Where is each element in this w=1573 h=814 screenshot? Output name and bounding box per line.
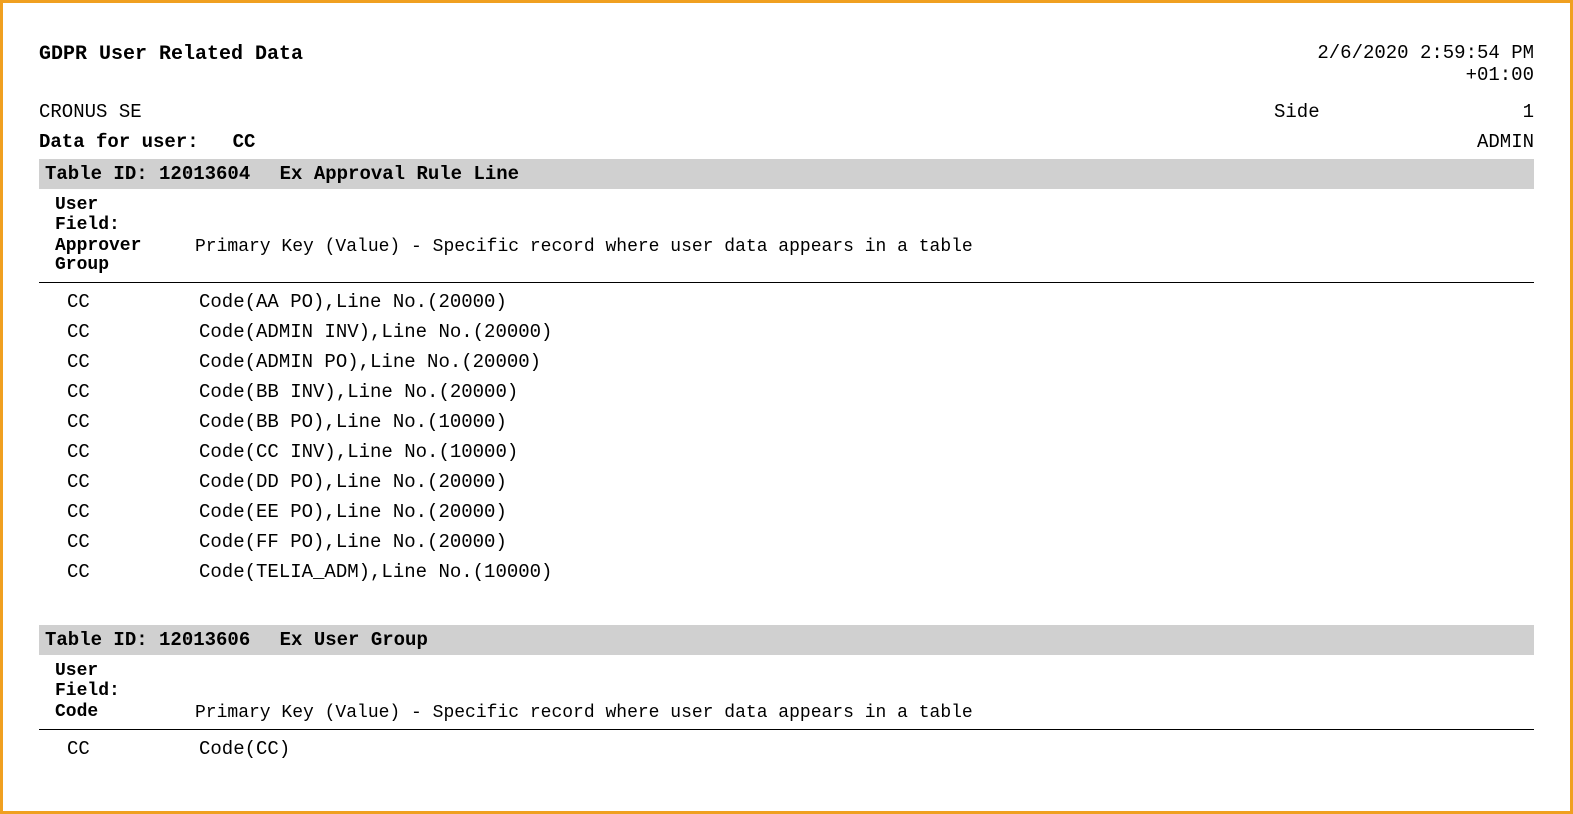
row-user: CC	[39, 497, 199, 527]
field-header-row: Approver Group Primary Key (Value) - Spe…	[55, 237, 1518, 277]
row-user: CC	[39, 734, 199, 764]
divider	[39, 282, 1534, 283]
table-row: CCCode(FF PO),Line No.(20000)	[39, 527, 1534, 557]
report-title: GDPR User Related Data	[39, 43, 303, 66]
section-gap	[39, 587, 1534, 619]
row-key: Code(DD PO),Line No.(20000)	[199, 467, 1534, 497]
field-description: Primary Key (Value) - Specific record wh…	[195, 703, 1518, 723]
user-field-label: User Field:	[55, 195, 165, 235]
report-datetime: 2/6/2020 2:59:54 PM	[1317, 43, 1534, 65]
row-key: Code(BB INV),Line No.(20000)	[199, 377, 1534, 407]
header-row2: CRONUS SE Side 1	[39, 101, 1534, 123]
table-name: Ex Approval Rule Line	[280, 163, 519, 185]
report-header: GDPR User Related Data 2/6/2020 2:59:54 …	[39, 43, 1534, 87]
row-key: Code(CC INV),Line No.(10000)	[199, 437, 1534, 467]
field-name: Approver Group	[55, 237, 195, 277]
user-value: CC	[233, 131, 256, 153]
row-user: CC	[39, 467, 199, 497]
header-row3: Data for user: CC ADMIN	[39, 131, 1534, 153]
admin-user: ADMIN	[1477, 131, 1534, 153]
user-field-row: User Field:	[55, 661, 1518, 701]
section-bar: Table ID: 12013604 Ex Approval Rule Line	[39, 159, 1534, 189]
field-block: User Field: Code Primary Key (Value) - S…	[39, 655, 1534, 723]
row-key: Code(TELIA_ADM),Line No.(10000)	[199, 557, 1534, 587]
user-label: Data for user:	[39, 131, 199, 153]
row-key: Code(AA PO),Line No.(20000)	[199, 287, 1534, 317]
report-timezone: +01:00	[1317, 65, 1534, 87]
data-table: CCCode(CC)	[39, 734, 1534, 764]
table-row: CCCode(ADMIN INV),Line No.(20000)	[39, 317, 1534, 347]
row-user: CC	[39, 527, 199, 557]
header-left: GDPR User Related Data	[39, 43, 303, 66]
field-description: Primary Key (Value) - Specific record wh…	[195, 237, 1518, 257]
row-user: CC	[39, 317, 199, 347]
field-header-row: Code Primary Key (Value) - Specific reco…	[55, 703, 1518, 723]
user-field-label: User Field:	[55, 661, 165, 701]
field-name: Code	[55, 703, 195, 723]
row-user: CC	[39, 557, 199, 587]
side-label: Side	[1274, 101, 1320, 123]
header-right: 2/6/2020 2:59:54 PM +01:00	[1317, 43, 1534, 87]
row-user: CC	[39, 347, 199, 377]
report-page: GDPR User Related Data 2/6/2020 2:59:54 …	[0, 0, 1573, 814]
row-key: Code(FF PO),Line No.(20000)	[199, 527, 1534, 557]
row-key: Code(CC)	[199, 734, 1534, 764]
side-value: 1	[1523, 101, 1534, 123]
row-user: CC	[39, 437, 199, 467]
field-block: User Field: Approver Group Primary Key (…	[39, 189, 1534, 277]
section-bar: Table ID: 12013606 Ex User Group	[39, 625, 1534, 655]
table-name: Ex User Group	[280, 629, 428, 651]
user-field-row: User Field:	[55, 195, 1518, 235]
table-row: CCCode(EE PO),Line No.(20000)	[39, 497, 1534, 527]
divider	[39, 729, 1534, 730]
row-user: CC	[39, 407, 199, 437]
table-id-label: Table ID: 12013606	[45, 629, 250, 651]
data-table: CCCode(AA PO),Line No.(20000) CCCode(ADM…	[39, 287, 1534, 587]
table-row: CCCode(TELIA_ADM),Line No.(10000)	[39, 557, 1534, 587]
table-row: CCCode(ADMIN PO),Line No.(20000)	[39, 347, 1534, 377]
page-side: Side 1	[1274, 101, 1534, 123]
row-user: CC	[39, 287, 199, 317]
table-id-label: Table ID: 12013604	[45, 163, 250, 185]
data-for-user: Data for user: CC	[39, 131, 255, 153]
row-key: Code(ADMIN INV),Line No.(20000)	[199, 317, 1534, 347]
table-row: CCCode(CC INV),Line No.(10000)	[39, 437, 1534, 467]
table-row: CCCode(DD PO),Line No.(20000)	[39, 467, 1534, 497]
row-key: Code(ADMIN PO),Line No.(20000)	[199, 347, 1534, 377]
table-row: CCCode(AA PO),Line No.(20000)	[39, 287, 1534, 317]
company-name: CRONUS SE	[39, 101, 142, 123]
row-key: Code(BB PO),Line No.(10000)	[199, 407, 1534, 437]
table-row: CCCode(CC)	[39, 734, 1534, 764]
row-key: Code(EE PO),Line No.(20000)	[199, 497, 1534, 527]
table-row: CCCode(BB PO),Line No.(10000)	[39, 407, 1534, 437]
row-user: CC	[39, 377, 199, 407]
table-row: CCCode(BB INV),Line No.(20000)	[39, 377, 1534, 407]
